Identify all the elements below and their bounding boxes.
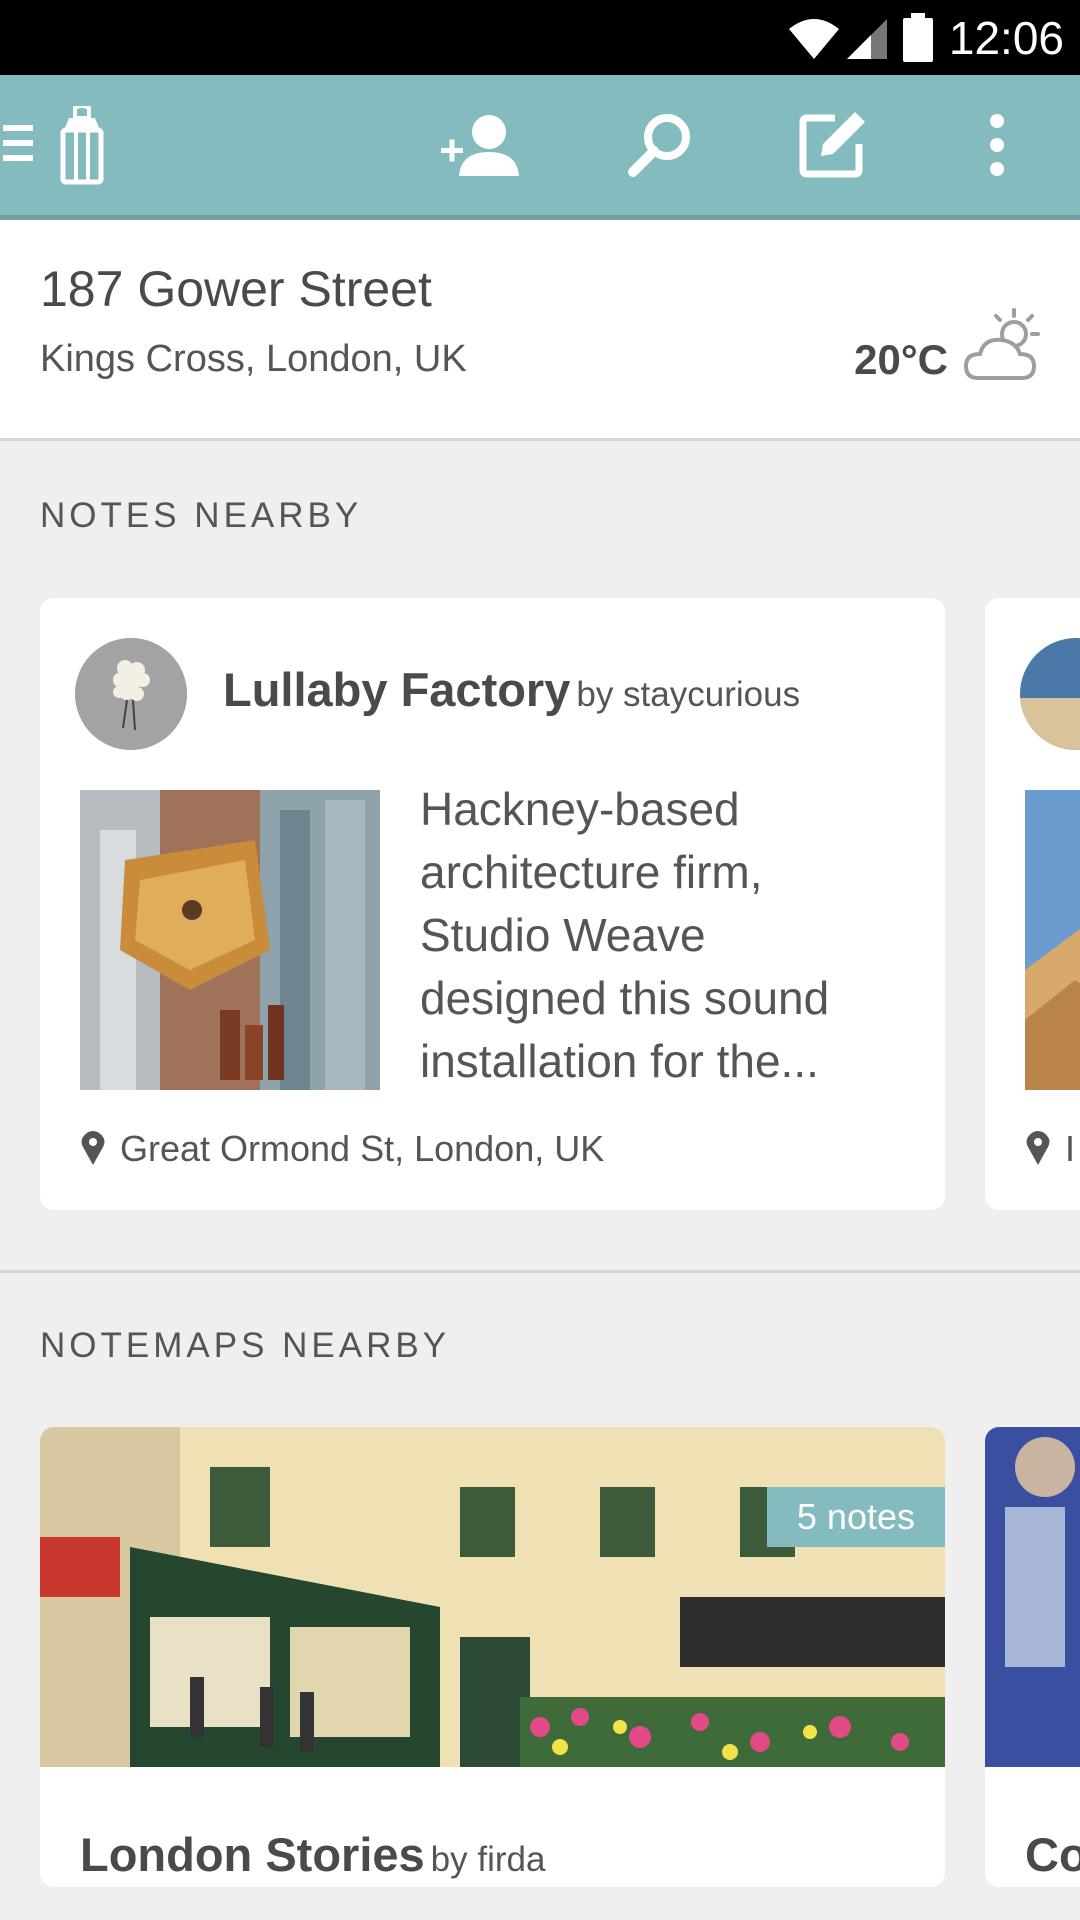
- notemap-author: by firda: [430, 1840, 546, 1879]
- partly-cloudy-icon: [964, 308, 1040, 380]
- clock: 12:06: [948, 11, 1064, 64]
- note-title-text: Lullaby Factory: [223, 663, 571, 716]
- add-person-icon[interactable]: [432, 105, 532, 185]
- notes-nearby-heading: NOTES NEARBY: [40, 496, 363, 535]
- notemap-card[interactable]: 5 notes London Stories by firda: [40, 1427, 945, 1887]
- signal-icon: [846, 18, 887, 59]
- more-vert-icon[interactable]: [975, 105, 1019, 185]
- note-photo: [1025, 790, 1080, 1090]
- app-bar: [0, 75, 1080, 220]
- compose-icon[interactable]: [792, 105, 872, 185]
- lantern-icon[interactable]: [52, 97, 112, 195]
- avatar[interactable]: [1020, 638, 1080, 750]
- notemap-photo: [40, 1427, 945, 1767]
- notemap-title: London Stories by firda: [80, 1827, 545, 1882]
- note-card[interactable]: Lullaby Factory by staycurious Hackney-ba…: [40, 598, 945, 1210]
- location-pin-icon: [1026, 1131, 1050, 1165]
- battery-icon: [902, 12, 933, 62]
- notemaps-nearby-heading: NOTEMAPS NEARBY: [40, 1326, 451, 1365]
- area-name: Kings Cross, London, UK: [40, 338, 467, 380]
- temperature: 20°C: [854, 336, 948, 383]
- location-pin-icon: [81, 1131, 105, 1165]
- notemap-title-text: London Stories: [80, 1828, 425, 1881]
- menu-icon[interactable]: [0, 103, 36, 183]
- note-title: Lullaby Factory by staycurious: [223, 662, 800, 717]
- wifi-icon: [788, 18, 839, 59]
- note-location: I: [1025, 1128, 1075, 1170]
- note-card[interactable]: I: [985, 598, 1080, 1210]
- note-place: Great Ormond St, London, UK: [120, 1128, 605, 1169]
- notemap-card[interactable]: Co: [985, 1427, 1080, 1887]
- street-address: 187 Gower Street: [40, 261, 432, 317]
- note-location: Great Ormond St, London, UK: [80, 1128, 604, 1170]
- section-divider: [0, 1270, 1080, 1273]
- notemap-title: Co: [1025, 1828, 1080, 1881]
- notes-count-badge: 5 notes: [766, 1487, 945, 1547]
- note-photo: [80, 790, 380, 1090]
- avatar[interactable]: [75, 638, 187, 750]
- search-icon[interactable]: [620, 105, 700, 185]
- status-bar: 12:06: [0, 0, 1080, 75]
- note-excerpt: Hackney-based architecture firm, Studio …: [420, 783, 830, 1087]
- note-author: by staycurious: [576, 675, 801, 714]
- notemap-photo: [985, 1427, 1080, 1767]
- location-header: 187 Gower Street Kings Cross, London, UK…: [0, 220, 1080, 441]
- note-place: I: [1065, 1128, 1076, 1169]
